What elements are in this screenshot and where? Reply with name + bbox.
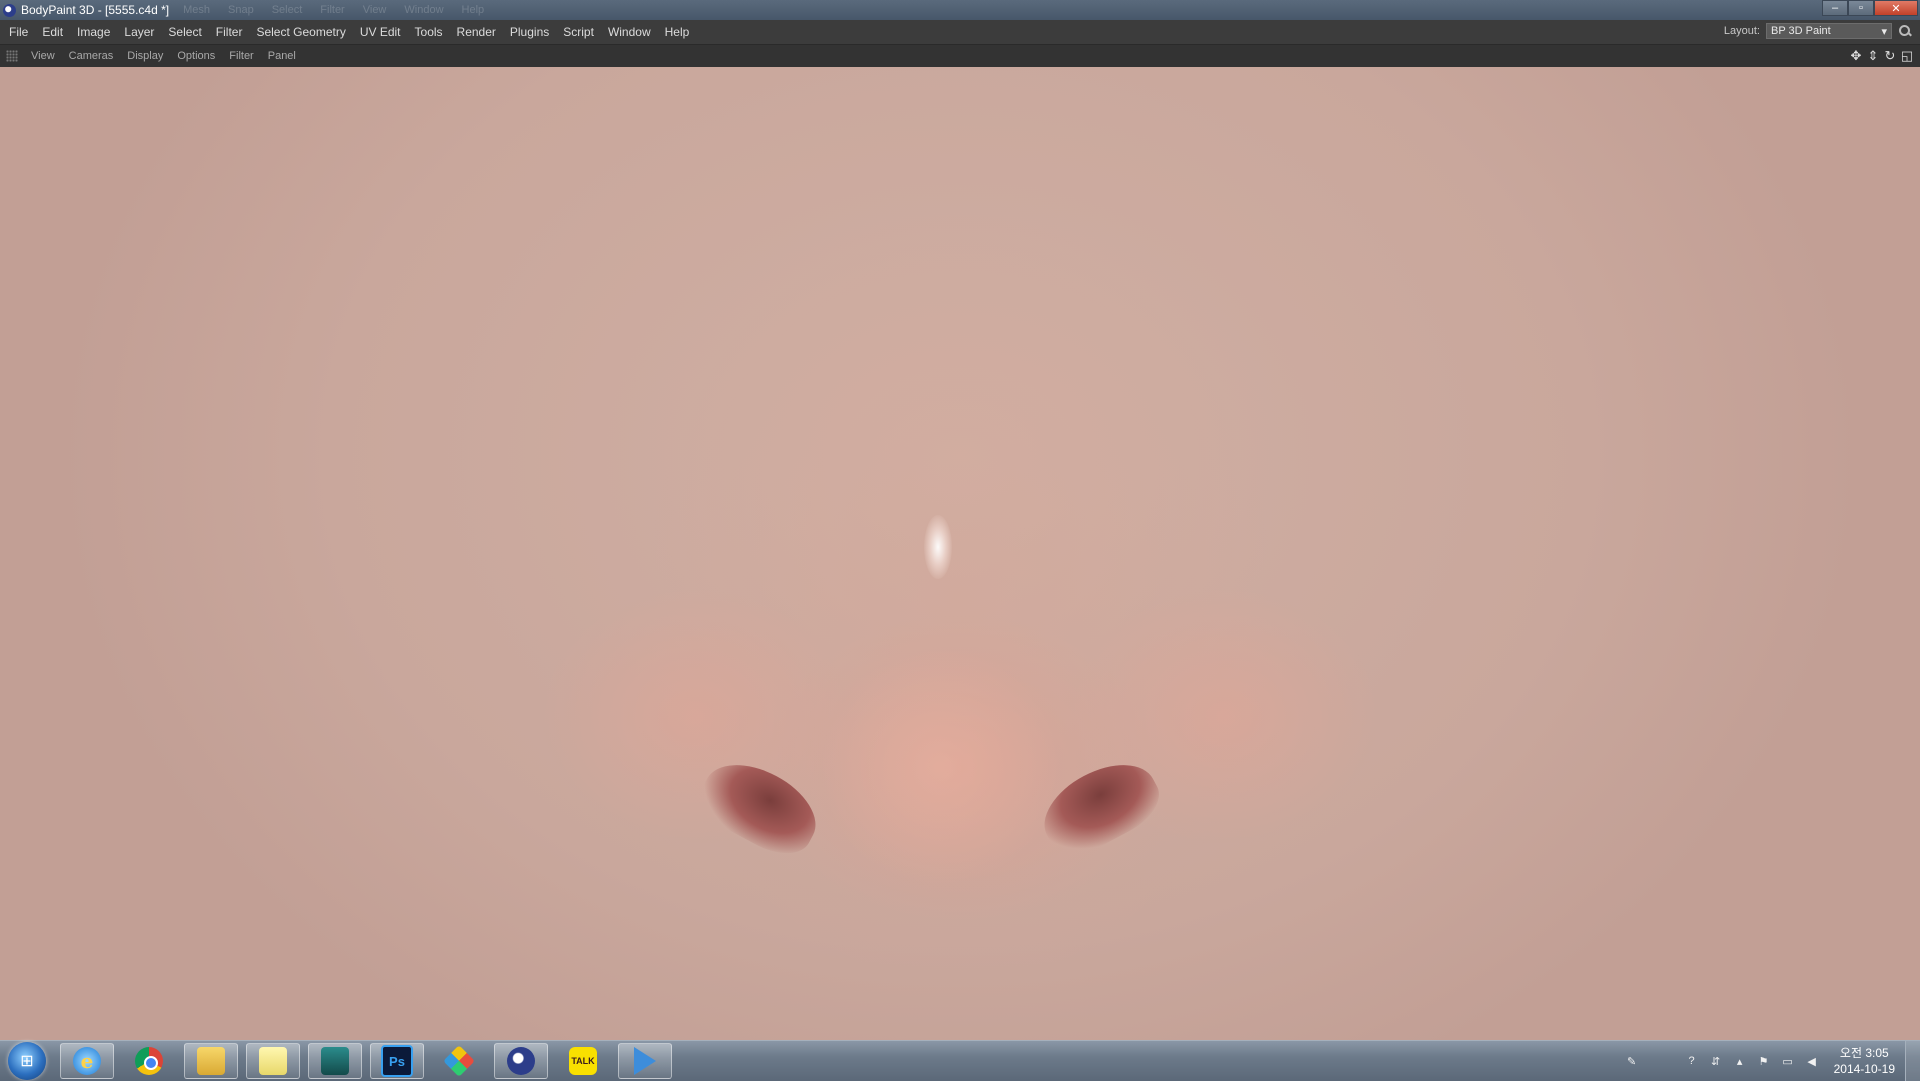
rotate-icon[interactable]: ↻ <box>1883 48 1897 64</box>
menu-window[interactable]: Window <box>601 25 658 39</box>
ghost-menu: Mesh Snap Select Filter View Window Help <box>183 4 484 16</box>
menu-layer[interactable]: Layer <box>117 25 161 39</box>
menu-image[interactable]: Image <box>70 25 117 39</box>
tiles-app-icon <box>443 1045 475 1077</box>
maya-icon <box>321 1047 349 1075</box>
kakaotalk-icon: TALK <box>569 1047 597 1075</box>
menu-file[interactable]: File <box>0 25 35 39</box>
maximize-button[interactable]: ▫ <box>1848 0 1874 16</box>
clock-date: 2014-10-19 <box>1833 1062 1895 1076</box>
chevron-down-icon: ▾ <box>1881 25 1887 38</box>
menu-help[interactable]: Help <box>658 25 697 39</box>
menu-select[interactable]: Select <box>161 25 208 39</box>
taskbar-file-explorer[interactable] <box>184 1043 238 1079</box>
menu-filter[interactable]: Filter <box>209 25 250 39</box>
notification-icon[interactable]: ⇵ <box>1708 1053 1724 1069</box>
taskbar-cinema4d[interactable] <box>494 1043 548 1079</box>
taskbar-media-player[interactable] <box>618 1043 672 1079</box>
taskbar-internet-explorer[interactable]: e <box>60 1043 114 1079</box>
sticky-notes-icon <box>259 1047 287 1075</box>
maximize-view-icon[interactable]: ◱ <box>1900 48 1914 64</box>
menu-edit[interactable]: Edit <box>35 25 70 39</box>
minimize-button[interactable]: – <box>1822 0 1848 16</box>
help-icon[interactable]: ? <box>1684 1053 1700 1069</box>
cinema4d-icon <box>507 1047 535 1075</box>
menu-bar: File Edit Image Layer Select Filter Sele… <box>0 20 1920 45</box>
action-center-icon[interactable]: ⚑ <box>1756 1053 1772 1069</box>
start-button[interactable]: ⊞ <box>8 1042 46 1080</box>
taskbar-sticky-notes[interactable] <box>246 1043 300 1079</box>
zoom-icon[interactable]: ⇕ <box>1866 48 1880 64</box>
folder-icon <box>197 1047 225 1075</box>
chrome-icon <box>135 1047 163 1075</box>
layout-dropdown[interactable]: BP 3D Paint ▾ <box>1766 23 1892 39</box>
title-bar: BodyPaint 3D - [5555.c4d *] Mesh Snap Se… <box>0 0 1920 20</box>
play-icon <box>634 1047 656 1075</box>
menu-tools[interactable]: Tools <box>408 25 450 39</box>
viewport-menu-filter[interactable]: Filter <box>222 50 260 62</box>
close-button[interactable]: ✕ <box>1874 0 1918 16</box>
system-tray: ✎ ? ⇵ ▴ ⚑ ▭ ◀ 오전 3:05 2014-10-19 <box>1620 1041 1920 1081</box>
taskbar-clock[interactable]: 오전 3:05 2014-10-19 <box>1834 1045 1895 1077</box>
network-icon[interactable]: ▭ <box>1780 1053 1796 1069</box>
internet-explorer-icon: e <box>73 1047 101 1075</box>
taskbar-chrome[interactable] <box>122 1043 176 1079</box>
layout-label: Layout: <box>1723 25 1760 37</box>
viewport-menu-display[interactable]: Display <box>120 50 170 62</box>
taskbar-maya[interactable] <box>308 1043 362 1079</box>
viewport-nav-controls: ✥ ⇕ ↻ ◱ <box>1849 48 1914 64</box>
search-icon[interactable] <box>1898 24 1912 38</box>
taskbar-kakaotalk[interactable]: TALK <box>556 1043 610 1079</box>
menu-script[interactable]: Script <box>556 25 601 39</box>
bodypaint-app-icon[interactable] <box>3 3 16 17</box>
nose-tip <box>820 647 1060 887</box>
viewport-toolbar: View Cameras Display Options Filter Pane… <box>0 45 1920 67</box>
taskbar-photoshop[interactable]: Ps <box>370 1043 424 1079</box>
photoshop-icon: Ps <box>381 1045 413 1077</box>
ghost-menu-item: Mesh <box>183 4 210 16</box>
menu-plugins[interactable]: Plugins <box>503 25 556 39</box>
window-title: BodyPaint 3D - [5555.c4d *] <box>21 3 170 17</box>
viewport-menu-panel[interactable]: Panel <box>261 50 303 62</box>
move-icon[interactable]: ✥ <box>1849 48 1863 64</box>
volume-icon[interactable]: ◀ <box>1804 1053 1820 1069</box>
3d-viewport[interactable] <box>0 67 1920 1040</box>
ghost-menu-item: Window <box>404 4 444 16</box>
layout-dropdown-value: BP 3D Paint <box>1771 25 1831 37</box>
windows-taskbar: ⊞ e Ps TALK ✎ ? ⇵ ▴ ⚑ ▭ ◀ 오전 3:05 2014-1… <box>0 1040 1920 1081</box>
taskbar-tiles-app[interactable] <box>432 1043 486 1079</box>
window-controls: – ▫ ✕ <box>1822 0 1918 16</box>
clock-time: 오전 3:05 <box>1839 1046 1889 1060</box>
viewport-menu-options[interactable]: Options <box>170 50 222 62</box>
menu-render[interactable]: Render <box>450 25 503 39</box>
viewport-menu-cameras[interactable]: Cameras <box>62 50 121 62</box>
viewport-menu-view[interactable]: View <box>24 50 62 62</box>
ghost-menu-item: Filter <box>320 4 345 16</box>
specular-highlight <box>924 515 952 579</box>
pen-tablet-icon[interactable]: ✎ <box>1624 1053 1640 1069</box>
show-desktop-button[interactable] <box>1905 1041 1920 1081</box>
menu-uv-edit[interactable]: UV Edit <box>353 25 408 39</box>
panel-grip-icon[interactable] <box>6 50 18 62</box>
ghost-menu-item: View <box>362 4 387 16</box>
show-hidden-icons-icon[interactable]: ▴ <box>1732 1053 1748 1069</box>
layout-selector-area: Layout: BP 3D Paint ▾ <box>1724 23 1912 39</box>
ghost-menu-item: Snap <box>228 4 254 16</box>
menu-select-geometry[interactable]: Select Geometry <box>249 25 352 39</box>
ghost-menu-item: Select <box>271 4 303 16</box>
ghost-menu-item: Help <box>461 4 485 16</box>
